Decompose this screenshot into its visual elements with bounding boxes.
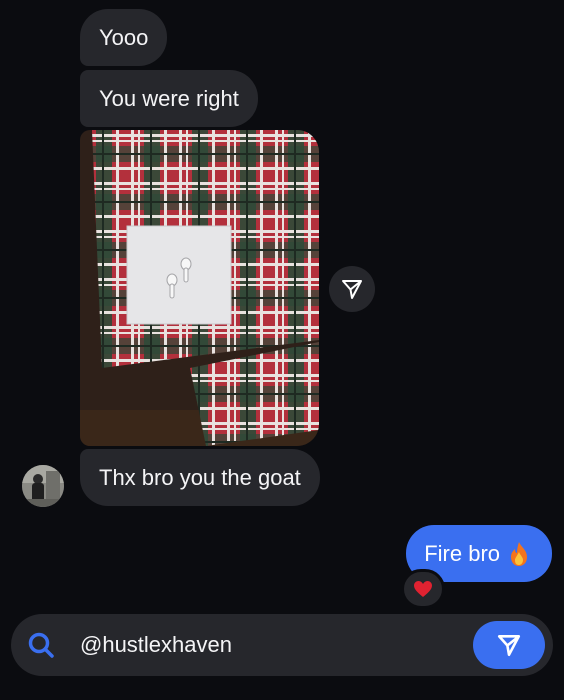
photo-image [80,130,319,446]
incoming-message[interactable]: You were right [80,70,258,127]
avatar[interactable] [22,465,64,507]
send-button[interactable] [473,621,545,669]
avatar-image [22,465,64,507]
fire-emoji-icon [508,541,530,567]
message-composer [11,614,553,676]
search-icon[interactable] [27,631,55,659]
incoming-message[interactable]: Yooo [80,9,168,66]
red-heart-emoji-icon [414,581,432,597]
message-text: Fire bro [424,540,500,566]
message-text: Yooo [99,24,149,50]
message-text: Thx bro you the goat [99,464,301,490]
photo-message[interactable] [80,130,319,446]
incoming-message[interactable]: Thx bro you the goat [80,449,320,506]
message-text: You were right [99,85,239,111]
reaction-badge[interactable] [401,569,445,609]
paper-plane-outline-icon [342,280,362,299]
share-button[interactable] [329,266,375,312]
paper-plane-icon [497,635,521,657]
message-input[interactable] [80,628,460,662]
